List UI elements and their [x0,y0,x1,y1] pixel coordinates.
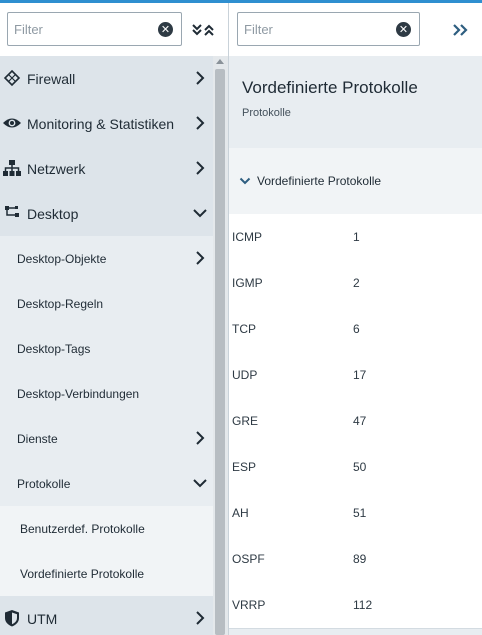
protocol-number: 47 [353,414,367,428]
section-label: Vordefinierte Protokolle [257,174,382,188]
table-row[interactable]: IGMP 2 [229,260,482,306]
nav-filter-box: ✕ [7,12,182,46]
table-row[interactable]: TCP 6 [229,306,482,352]
chevron-right-icon [196,431,205,445]
protocol-name: UDP [232,368,258,382]
clear-filter-icon[interactable]: ✕ [396,21,411,37]
protocol-name: VRRP [232,598,266,612]
protocol-number: 51 [353,506,367,520]
protocol-name: TCP [232,322,256,336]
nav-item-label: Dienste [17,431,58,446]
table-row[interactable]: OSPF 89 [229,536,482,582]
navigation-panel: ✕ Firewall Monitoring & Statistiken [0,3,228,635]
protocol-number: 112 [353,598,373,612]
collapse-expand-icon[interactable] [190,22,216,38]
nav-item-label: Desktop-Verbindungen [17,386,140,401]
nav-menu: Firewall Monitoring & Statistiken Netzwe… [0,56,213,635]
nav-item-utm[interactable]: UTM [0,596,213,635]
protocol-number: 6 [353,322,360,336]
protocol-number: 17 [353,368,367,382]
protocol-number: 89 [353,552,367,566]
nav-item-protokolle[interactable]: Protokolle [0,461,213,506]
chevron-right-icon [196,161,205,175]
table-row[interactable]: ICMP 1 [229,214,482,260]
nav-item-label: Desktop [27,205,79,222]
nav-item-label: Desktop-Objekte [17,251,107,266]
nav-item-benutzerdef-protokolle[interactable]: Benutzerdef. Protokolle [0,506,213,551]
double-chevron-right-icon[interactable] [452,23,470,37]
nav-item-monitoring[interactable]: Monitoring & Statistiken [0,101,213,146]
nav-item-dienste[interactable]: Dienste [0,416,213,461]
table-row[interactable]: ESP 50 [229,444,482,490]
firewall-icon [3,69,21,87]
protocol-name: GRE [232,414,259,428]
chevron-down-icon [193,479,207,488]
chevron-down-icon [193,209,207,218]
protocol-number: 2 [353,276,360,290]
scroll-up-arrow-icon[interactable] [216,59,224,64]
nav-item-vordefinierte-protokolle[interactable]: Vordefinierte Protokolle [0,551,213,596]
page-title: Vordefinierte Protokolle [242,78,418,97]
table-footer [229,628,482,635]
content-panel: ✕ Vordefinierte Protokolle Protokolle Vo… [228,3,482,635]
section-header[interactable]: Vordefinierte Protokolle [229,148,482,214]
nav-filter-bar: ✕ [0,3,228,56]
chevron-right-icon [196,611,205,625]
page-header: Vordefinierte Protokolle Protokolle [229,56,482,148]
table-row[interactable]: UDP 17 [229,352,482,398]
nav-item-label: UTM [27,610,58,627]
protocol-name: OSPF [232,552,265,566]
content-filter-box: ✕ [237,12,420,46]
nav-item-label: Firewall [27,70,76,87]
desktop-icon [5,206,19,217]
nav-item-label: Benutzerdef. Protokolle [20,521,145,536]
protocol-number: 50 [353,460,367,474]
nav-filter-input[interactable] [8,21,158,37]
network-icon [3,160,21,176]
shield-icon [5,610,19,627]
nav-item-label: Vordefinierte Protokolle [20,566,145,581]
protocol-name: ESP [232,460,257,474]
table-row[interactable]: AH 51 [229,490,482,536]
nav-item-desktop-objekte[interactable]: Desktop-Objekte [0,236,213,281]
page-subtitle: Protokolle [242,107,291,119]
chevron-right-icon [196,251,205,265]
protocol-number: 1 [353,230,360,244]
chevron-right-icon [196,71,205,85]
eye-icon [3,118,21,128]
table-row[interactable]: VRRP 112 [229,582,482,628]
nav-item-label: Protokolle [17,476,71,491]
content-filter-input[interactable] [238,21,396,37]
chevron-right-icon [196,116,205,130]
protocol-name: ICMP [232,230,262,244]
nav-item-desktop-regeln[interactable]: Desktop-Regeln [0,281,213,326]
nav-item-label: Desktop-Regeln [17,296,104,311]
nav-item-firewall[interactable]: Firewall [0,56,213,101]
nav-scrollbar-thumb[interactable] [215,69,225,635]
nav-item-label: Desktop-Tags [17,341,91,356]
nav-item-desktop-verbindungen[interactable]: Desktop-Verbindungen [0,371,213,416]
nav-item-desktop-tags[interactable]: Desktop-Tags [0,326,213,371]
table-row[interactable]: GRE 47 [229,398,482,444]
nav-item-label: Netzwerk [27,160,86,177]
chevron-down-icon [239,177,251,185]
nav-item-desktop[interactable]: Desktop [0,191,213,236]
nav-item-label: Monitoring & Statistiken [27,115,175,132]
protocol-table: ICMP 1 IGMP 2 TCP 6 UDP 17 GRE 47 ESP 50… [229,214,482,628]
clear-filter-icon[interactable]: ✕ [158,21,173,37]
protocol-name: AH [232,506,249,520]
protocol-name: IGMP [232,276,263,290]
nav-item-netzwerk[interactable]: Netzwerk [0,146,213,191]
